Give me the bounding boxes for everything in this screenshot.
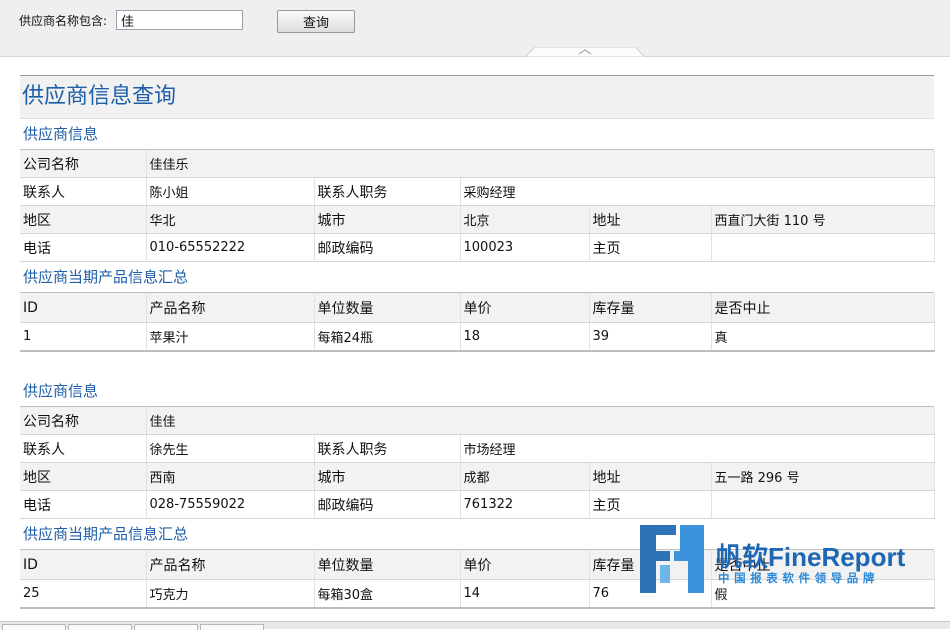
position-value: 市场经理 [460, 434, 935, 463]
company-label: 公司名称 [20, 407, 147, 435]
city-value: 成都 [460, 462, 590, 491]
region-value: 西南 [146, 462, 315, 491]
table-row: 电话 028-75559022 邮政编码 761322 主页 [20, 490, 935, 519]
table-row: 1 苹果汁 每箱24瓶 18 39 真 [20, 322, 935, 352]
contact-value: 徐先生 [146, 434, 315, 463]
report-title: 供应商信息查询 [20, 76, 934, 119]
homepage-label: 主页 [589, 233, 712, 262]
product-table: ID 产品名称 单位数量 单价 库存量 是否中止 1 苹果汁 每箱24瓶 18 … [20, 293, 935, 352]
company-value: 佳佳 [146, 407, 935, 435]
cell-discontinued: 真 [711, 322, 935, 352]
contact-label: 联系人 [20, 177, 147, 206]
sheet-tab[interactable] [134, 624, 198, 630]
table-row: 公司名称 佳佳乐 [20, 150, 935, 178]
homepage-label: 主页 [589, 490, 712, 519]
position-value: 采购经理 [460, 177, 935, 206]
phone-value: 010-65552222 [146, 233, 315, 262]
phone-label: 电话 [20, 490, 147, 519]
supplier-info-table: 公司名称 佳佳乐 联系人 陈小姐 联系人职务 采购经理 地区 华北 城市 北京 … [20, 150, 935, 262]
contact-value: 陈小姐 [146, 177, 315, 206]
homepage-value [711, 233, 935, 262]
address-value: 五一路 296 号 [711, 462, 935, 491]
column-header: ID [20, 550, 147, 580]
sheet-tab[interactable] [2, 624, 66, 630]
cell-id: 1 [20, 322, 147, 352]
position-label: 联系人职务 [314, 177, 461, 206]
supplier-info-title: 供应商信息 [20, 119, 934, 150]
table-header-row: ID 产品名称 单位数量 单价 库存量 是否中止 [20, 293, 935, 323]
company-label: 公司名称 [20, 150, 147, 178]
postcode-label: 邮政编码 [314, 233, 461, 262]
postcode-value: 761322 [460, 490, 590, 519]
table-row: 联系人 徐先生 联系人职务 市场经理 [20, 434, 935, 463]
sheet-tab[interactable] [200, 624, 264, 630]
table-row: 地区 西南 城市 成都 地址 五一路 296 号 [20, 462, 935, 491]
supplier-block: 供应商信息 公司名称 佳佳乐 联系人 陈小姐 联系人职务 采购经理 地区 华北 … [20, 119, 935, 352]
position-label: 联系人职务 [314, 434, 461, 463]
finereport-brand: 帆软FineReport [716, 542, 906, 572]
phone-value: 028-75559022 [146, 490, 315, 519]
cell-product-name: 巧克力 [146, 579, 315, 609]
column-header: 产品名称 [146, 550, 315, 580]
cell-unit-quantity: 每箱30盒 [314, 579, 461, 609]
supplier-info-table: 公司名称 佳佳 联系人 徐先生 联系人职务 市场经理 地区 西南 城市 成都 地… [20, 407, 935, 519]
column-header: 产品名称 [146, 293, 315, 323]
column-header: ID [20, 293, 147, 323]
table-row: 联系人 陈小姐 联系人职务 采购经理 [20, 177, 935, 206]
cell-unit-price: 18 [460, 322, 590, 352]
region-label: 地区 [20, 205, 147, 234]
homepage-value [711, 490, 935, 519]
collapse-panel-toggle[interactable] [525, 47, 645, 57]
finereport-tagline: 中国报表软件领导品牌 [718, 571, 879, 585]
chevron-up-icon [525, 47, 645, 57]
city-label: 城市 [314, 462, 461, 491]
column-header: 是否中止 [711, 293, 935, 323]
query-button[interactable]: 查询 [277, 10, 355, 33]
column-header: 单位数量 [314, 293, 461, 323]
contact-label: 联系人 [20, 434, 147, 463]
finereport-watermark: 帆软FineReport 中国报表软件领导品牌 [636, 523, 926, 598]
cell-unit-quantity: 每箱24瓶 [314, 322, 461, 352]
parameter-panel: 供应商名称包含: 查询 [0, 0, 950, 57]
supplier-name-input[interactable] [116, 10, 243, 30]
column-header: 单价 [460, 293, 590, 323]
postcode-label: 邮政编码 [314, 490, 461, 519]
postcode-value: 100023 [460, 233, 590, 262]
table-row: 地区 华北 城市 北京 地址 西直门大街 110 号 [20, 205, 935, 234]
finereport-logo-icon [640, 525, 704, 593]
address-label: 地址 [589, 462, 712, 491]
table-row: 电话 010-65552222 邮政编码 100023 主页 [20, 233, 935, 262]
region-value: 华北 [146, 205, 315, 234]
column-header: 库存量 [589, 293, 712, 323]
cell-id: 25 [20, 579, 147, 609]
phone-label: 电话 [20, 233, 147, 262]
supplier-name-label: 供应商名称包含: [19, 14, 108, 28]
city-value: 北京 [460, 205, 590, 234]
cell-unit-price: 14 [460, 579, 590, 609]
city-label: 城市 [314, 205, 461, 234]
sheet-tab[interactable] [68, 624, 132, 630]
column-header: 单价 [460, 550, 590, 580]
company-value: 佳佳乐 [146, 150, 935, 178]
supplier-info-title: 供应商信息 [20, 376, 934, 407]
address-value: 西直门大街 110 号 [711, 205, 935, 234]
cell-stock: 39 [589, 322, 712, 352]
product-summary-title: 供应商当期产品信息汇总 [20, 262, 934, 293]
cell-product-name: 苹果汁 [146, 322, 315, 352]
region-label: 地区 [20, 462, 147, 491]
column-header: 单位数量 [314, 550, 461, 580]
table-row: 公司名称 佳佳 [20, 407, 935, 435]
address-label: 地址 [589, 205, 712, 234]
